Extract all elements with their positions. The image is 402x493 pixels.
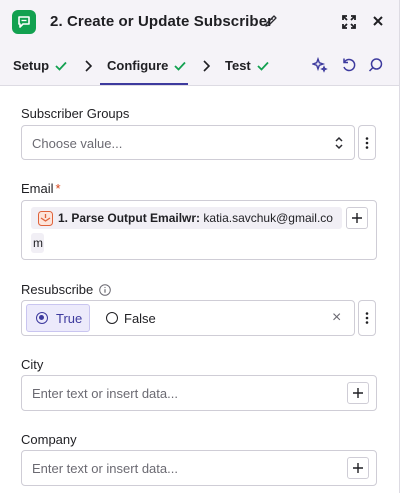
required-marker: * (55, 181, 61, 196)
subscriber-groups-placeholder: Choose value... (32, 136, 123, 151)
plus-icon (352, 213, 362, 223)
subscriber-groups-label: Subscriber Groups (21, 106, 130, 121)
plus-icon (353, 463, 363, 473)
company-input[interactable]: Enter text or insert data... (21, 450, 377, 486)
company-label: Company (21, 432, 77, 447)
tab-setup-label: Setup (13, 58, 50, 73)
refresh-icon[interactable] (341, 57, 357, 78)
more-vertical-icon (365, 136, 369, 149)
data-pill-value-wrap: m (33, 236, 43, 250)
tab-setup[interactable]: Setup (13, 58, 67, 73)
city-input[interactable]: Enter text or insert data... (21, 375, 377, 411)
data-pill-value: katia.savchuk@gmail.co (203, 211, 333, 225)
city-label: City (21, 357, 44, 372)
info-icon[interactable] (99, 283, 112, 296)
email-data-pill[interactable]: 1. Parse Output Emailwr: katia.savchuk@g… (58, 211, 333, 225)
chevron-up-down-icon (335, 136, 343, 150)
data-pill-label: 1. Parse Output Emailwr: (58, 211, 201, 225)
check-icon (257, 61, 269, 71)
tab-configure[interactable]: Configure (107, 58, 187, 73)
email-parser-app-icon (38, 211, 53, 226)
tab-test-label: Test (225, 58, 251, 73)
step-tabs: Setup Configure Test (0, 44, 399, 86)
panel-header: 2. Create or Update Subscriber (0, 0, 399, 44)
chevron-right-icon (202, 59, 211, 77)
insert-data-button[interactable] (347, 457, 369, 479)
pencil-icon[interactable] (264, 14, 278, 33)
chevron-right-icon (84, 59, 93, 77)
step-title: 2. Create or Update Subscriber (50, 13, 274, 30)
subscriber-groups-select[interactable]: Choose value... (21, 125, 355, 160)
subscriber-groups-more-button[interactable] (358, 125, 376, 160)
plus-icon (353, 388, 363, 398)
resubscribe-label-text: Resubscribe (21, 282, 94, 297)
resubscribe-radio-group: True False × (21, 300, 355, 336)
radio-false-label: False (124, 311, 156, 326)
active-tab-indicator (100, 83, 188, 85)
email-label-text: Email (21, 181, 54, 196)
insert-data-button[interactable] (346, 207, 368, 229)
resubscribe-more-button[interactable] (358, 300, 376, 336)
city-placeholder: Enter text or insert data... (32, 386, 178, 401)
more-vertical-icon (365, 312, 369, 324)
expand-icon[interactable] (341, 14, 357, 35)
insert-data-button[interactable] (347, 382, 369, 404)
chat-icon (12, 10, 36, 34)
resubscribe-label: Resubscribe (21, 282, 112, 297)
tab-test[interactable]: Test (225, 58, 269, 73)
check-icon (174, 61, 187, 71)
radio-selected-icon (36, 312, 48, 324)
company-placeholder: Enter text or insert data... (32, 461, 178, 476)
radio-true-label: True (56, 311, 83, 326)
clear-icon[interactable]: × (332, 309, 341, 327)
tab-configure-label: Configure (107, 58, 169, 73)
email-field[interactable]: 1. Parse Output Emailwr: katia.savchuk@g… (21, 200, 377, 260)
search-icon[interactable] (368, 57, 384, 78)
sparkle-icon[interactable] (310, 56, 328, 78)
radio-option-true[interactable]: True (26, 304, 90, 332)
scrollbar[interactable] (393, 90, 397, 490)
email-label: Email * (21, 181, 61, 196)
radio-option-false[interactable] (106, 312, 118, 324)
step-editor-panel: 2. Create or Update Subscriber Setup Con… (0, 0, 400, 493)
check-icon (55, 61, 67, 71)
close-icon[interactable] (371, 14, 385, 33)
